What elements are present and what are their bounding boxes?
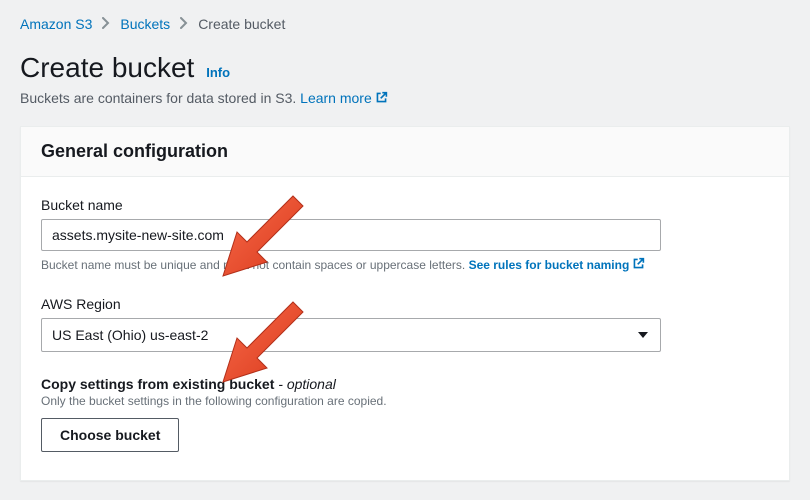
info-link[interactable]: Info xyxy=(206,65,230,80)
external-link-icon xyxy=(375,91,388,104)
aws-region-select[interactable]: US East (Ohio) us-east-2 xyxy=(41,318,661,352)
choose-bucket-button[interactable]: Choose bucket xyxy=(41,418,179,452)
chevron-right-icon xyxy=(102,16,110,32)
aws-region-row: AWS Region US East (Ohio) us-east-2 xyxy=(41,296,769,352)
copy-settings-hint: Only the bucket settings in the followin… xyxy=(41,394,769,408)
aws-region-label: AWS Region xyxy=(41,296,769,312)
breadcrumb: Amazon S3 Buckets Create bucket xyxy=(20,16,790,32)
chevron-right-icon xyxy=(180,16,188,32)
bucket-name-row: Bucket name Bucket name must be unique a… xyxy=(41,197,769,272)
breadcrumb-item-current: Create bucket xyxy=(198,16,285,32)
panel-header: General configuration xyxy=(21,127,789,177)
page-title: Create bucket xyxy=(20,52,194,84)
breadcrumb-item-s3[interactable]: Amazon S3 xyxy=(20,16,92,32)
panel-title: General configuration xyxy=(41,141,769,162)
page-heading: Create bucket Info Buckets are container… xyxy=(20,52,790,106)
subtitle-text: Buckets are containers for data stored i… xyxy=(20,90,300,106)
page-subtitle: Buckets are containers for data stored i… xyxy=(20,90,790,106)
learn-more-link[interactable]: Learn more xyxy=(300,90,388,106)
general-configuration-panel: General configuration Bucket name Bucket… xyxy=(20,126,790,481)
bucket-name-hint: Bucket name must be unique and must not … xyxy=(41,257,769,272)
chevron-down-icon xyxy=(638,332,648,338)
copy-settings-label: Copy settings from existing bucket - opt… xyxy=(41,376,769,392)
bucket-name-input[interactable] xyxy=(41,219,661,251)
aws-region-value: US East (Ohio) us-east-2 xyxy=(52,327,208,343)
bucket-name-label: Bucket name xyxy=(41,197,769,213)
bucket-naming-rules-link[interactable]: See rules for bucket naming xyxy=(469,258,646,272)
external-link-icon xyxy=(632,257,645,270)
breadcrumb-item-buckets[interactable]: Buckets xyxy=(120,16,170,32)
copy-settings-row: Copy settings from existing bucket - opt… xyxy=(41,376,769,452)
